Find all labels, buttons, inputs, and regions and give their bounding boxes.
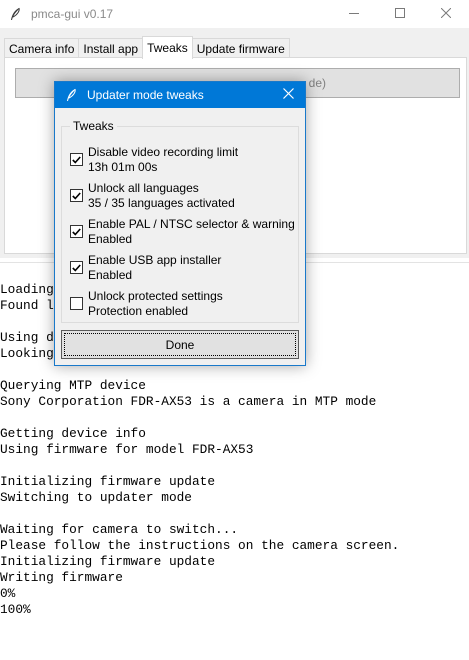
tab-camera-info[interactable]: Camera info	[4, 38, 80, 59]
dialog-titlebar: Updater mode tweaks	[55, 82, 305, 108]
minimize-button[interactable]	[331, 0, 377, 28]
checkmark-icon	[72, 191, 81, 200]
option-label: Disable video recording limit	[88, 145, 239, 159]
option-video-limit[interactable]: Disable video recording limit 13h 01m 00…	[70, 145, 295, 177]
log-line: Please follow the instructions on the ca…	[0, 538, 400, 553]
log-line: Waiting for camera to switch...	[0, 522, 239, 537]
log-line: 100%	[0, 602, 31, 617]
option-status: Enabled	[88, 268, 133, 282]
option-label: Unlock all languages	[88, 181, 199, 195]
checkmark-icon	[72, 227, 81, 236]
feather-icon	[63, 87, 79, 103]
checkbox-video-limit[interactable]	[70, 153, 83, 166]
checkmark-icon	[72, 263, 81, 272]
window-controls	[331, 0, 469, 28]
log-line: Initializing firmware update	[0, 554, 216, 569]
window-close-button[interactable]	[423, 0, 469, 28]
log-line: Switching to updater mode	[0, 490, 192, 505]
maximize-button[interactable]	[377, 0, 423, 28]
checkbox-usb-installer[interactable]	[70, 261, 83, 274]
dialog-title: Updater mode tweaks	[87, 88, 204, 102]
checkmark-icon	[72, 155, 81, 164]
log-line: Initializing firmware update	[0, 474, 216, 489]
option-protected-settings[interactable]: Unlock protected settings Protection ena…	[70, 289, 295, 321]
tab-update-firmware[interactable]: Update firmware	[191, 38, 290, 59]
main-titlebar: pmca-gui v0.17	[0, 0, 469, 28]
tab-tweaks[interactable]: Tweaks	[142, 36, 193, 59]
maximize-icon	[395, 7, 405, 21]
log-line: Writing firmware	[0, 570, 123, 585]
close-icon	[440, 7, 452, 21]
log-line: Using firmware for model FDR-AX53	[0, 442, 254, 457]
checkbox-languages[interactable]	[70, 189, 83, 202]
tweaks-dialog: Updater mode tweaks Tweaks Disable video…	[54, 81, 306, 366]
option-label: Unlock protected settings	[88, 289, 223, 303]
option-status: Enabled	[88, 232, 133, 246]
tab-bar: Camera info Install app Tweaks Update fi…	[4, 36, 290, 59]
done-label: Done	[165, 337, 195, 352]
log-line: Getting device info	[0, 426, 146, 441]
feather-icon	[7, 6, 23, 22]
log-line: 0%	[0, 586, 16, 601]
option-label: Enable USB app installer	[88, 253, 222, 267]
log-line: Querying MTP device	[0, 378, 146, 393]
minimize-icon	[349, 7, 359, 21]
close-icon	[282, 88, 294, 102]
option-status: 13h 01m 00s	[88, 160, 158, 174]
option-languages[interactable]: Unlock all languages 35 / 35 languages a…	[70, 181, 295, 213]
group-label: Tweaks	[70, 118, 117, 134]
tweaks-group: Tweaks Disable video recording limit 13h…	[61, 118, 299, 323]
option-status: Protection enabled	[88, 304, 189, 318]
window-title: pmca-gui v0.17	[31, 7, 114, 21]
option-pal-ntsc[interactable]: Enable PAL / NTSC selector & warning Ena…	[70, 217, 295, 249]
checkbox-pal-ntsc[interactable]	[70, 225, 83, 238]
log-line: Sony Corporation FDR-AX53 is a camera in…	[0, 394, 377, 409]
option-usb-installer[interactable]: Enable USB app installer Enabled	[70, 253, 295, 285]
option-status: 35 / 35 languages activated	[88, 196, 235, 210]
tab-install-app[interactable]: Install app	[78, 38, 144, 59]
option-label: Enable PAL / NTSC selector & warning	[88, 217, 295, 231]
done-button[interactable]: Done	[61, 330, 299, 359]
checkbox-protected-settings[interactable]	[70, 297, 83, 310]
dialog-close-button[interactable]	[271, 82, 305, 108]
